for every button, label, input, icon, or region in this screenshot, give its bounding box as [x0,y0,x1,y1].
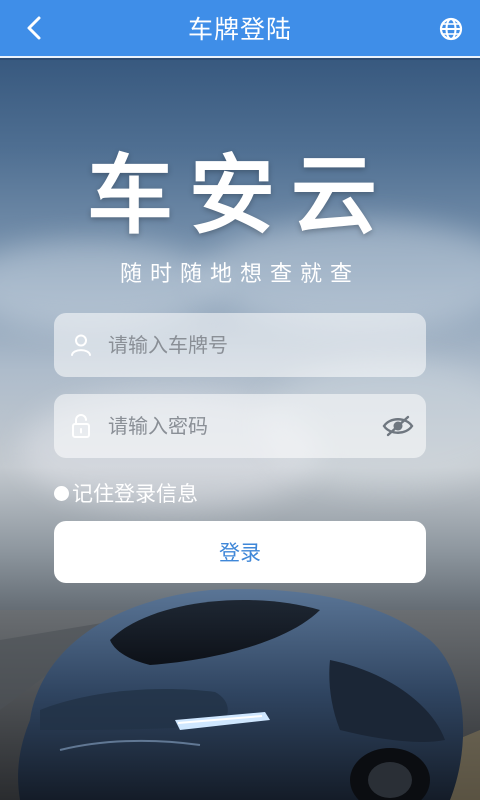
remember-login-checkbox[interactable]: 记住登录信息 [54,478,198,508]
plate-field[interactable] [54,313,426,377]
lock-icon [72,414,90,438]
slogan: 随时随地想查就查 [119,262,360,287]
app-header: 车牌登陆 [0,0,480,58]
password-field[interactable] [54,394,426,458]
plate-input[interactable] [108,313,426,377]
globe-icon [439,17,463,41]
user-icon [71,334,91,356]
radio-dot-icon [54,485,69,501]
back-button[interactable] [14,8,54,48]
chevron-left-icon [27,16,41,40]
eye-hidden-icon [382,415,414,437]
globe-button[interactable] [432,10,470,48]
remember-label: 记住登录信息 [72,482,198,506]
login-button[interactable]: 登录 [54,521,426,583]
password-input[interactable] [108,394,370,458]
car-image [0,589,480,800]
app-logo: 车安云 [87,145,393,246]
page-title: 车牌登陆 [187,15,292,44]
password-visibility-toggle[interactable] [370,394,426,458]
